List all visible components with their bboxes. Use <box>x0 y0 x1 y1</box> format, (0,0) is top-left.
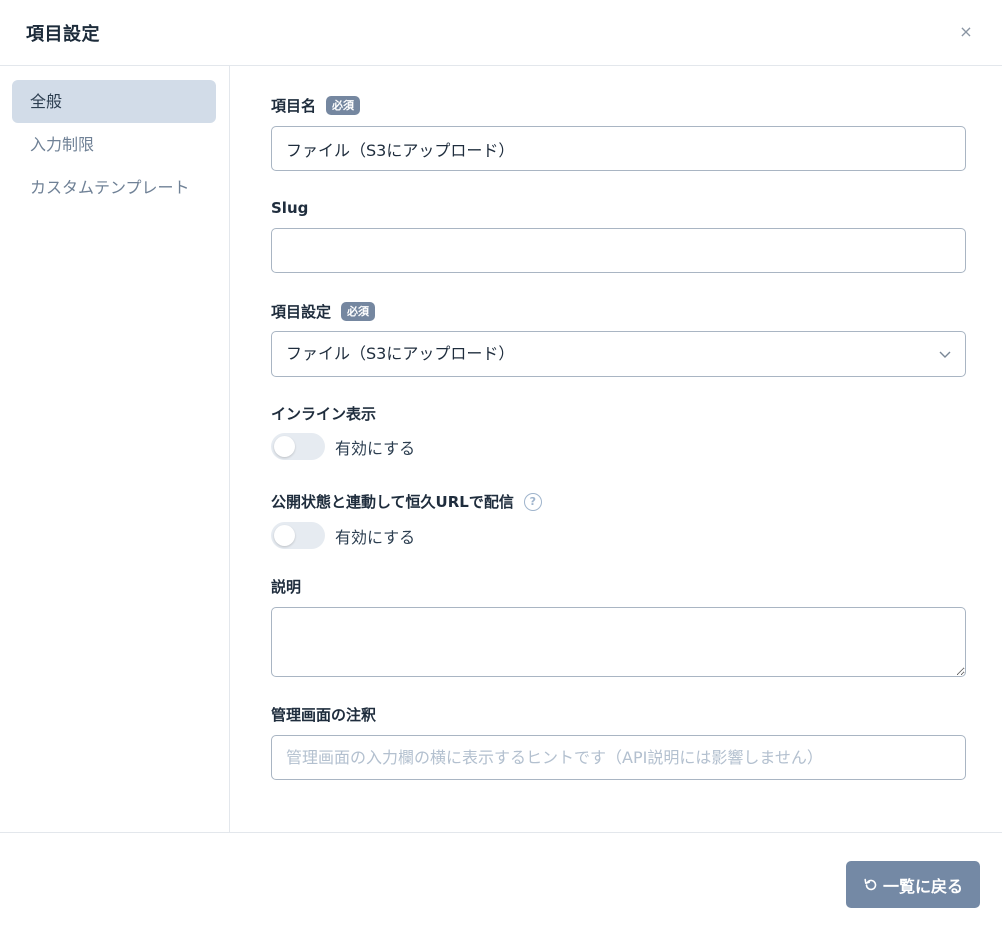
permanent-url-label-text: 公開状態と連動して恒久URLで配信 <box>271 493 514 511</box>
permanent-url-label: 公開状態と連動して恒久URLで配信 ? <box>271 491 542 512</box>
field-name-input[interactable] <box>271 126 966 171</box>
field-type-label-text: 項目設定 <box>271 303 332 321</box>
permanent-url-toggle-label: 有効にする <box>335 527 416 547</box>
dialog-title: 項目設定 <box>26 24 100 45</box>
inline-display-toggle-label: 有効にする <box>335 438 416 458</box>
toggle-knob <box>274 436 295 457</box>
description-label-text: 説明 <box>271 578 302 596</box>
back-to-list-button[interactable]: 一覧に戻る <box>846 861 980 908</box>
admin-note-label-text: 管理画面の注釈 <box>271 706 377 724</box>
field-type-label: 項目設定 必須 <box>271 301 376 322</box>
description-textarea[interactable] <box>271 607 966 677</box>
undo-icon <box>864 878 877 890</box>
back-to-list-label: 一覧に戻る <box>882 876 963 896</box>
close-button[interactable]: × <box>956 22 976 42</box>
required-badge: 必須 <box>341 302 376 321</box>
permanent-url-toggle-row: 有効にする <box>271 522 415 549</box>
slug-label-text: Slug <box>271 199 309 217</box>
toggle-knob <box>274 525 295 546</box>
field-type-selected-value: ファイル（S3にアップロード） <box>286 344 515 363</box>
sidebar-item-general[interactable]: 全般 <box>12 80 216 123</box>
field-name-label-text: 項目名 <box>271 97 317 115</box>
form-panel: 項目名 必須 Slug 項目設定 必須 ファイル（S3にアップロード） インライ… <box>230 66 1002 832</box>
sidebar: 全般 入力制限 カスタムテンプレート <box>0 66 230 832</box>
inline-display-label-text: インライン表示 <box>271 405 377 423</box>
inline-display-label: インライン表示 <box>271 403 376 424</box>
inline-display-toggle-row: 有効にする <box>271 433 415 460</box>
slug-label: Slug <box>271 199 308 217</box>
field-type-select[interactable]: ファイル（S3にアップロード） <box>271 331 966 377</box>
slug-input[interactable] <box>271 228 966 273</box>
permanent-url-toggle[interactable] <box>271 522 325 549</box>
inline-display-toggle[interactable] <box>271 433 325 460</box>
sidebar-item-custom-template[interactable]: カスタムテンプレート <box>12 166 216 209</box>
required-badge: 必須 <box>326 96 361 115</box>
admin-note-label: 管理画面の注釈 <box>271 704 376 725</box>
sidebar-item-input-restriction[interactable]: 入力制限 <box>12 123 216 166</box>
dialog-header: 項目設定 × <box>0 0 1002 66</box>
admin-note-input[interactable] <box>271 735 966 780</box>
description-label: 説明 <box>271 576 301 597</box>
chevron-down-icon <box>939 351 951 358</box>
field-name-label: 項目名 必須 <box>271 95 361 116</box>
help-icon[interactable]: ? <box>523 492 542 511</box>
dialog-footer: 一覧に戻る <box>0 832 1002 927</box>
